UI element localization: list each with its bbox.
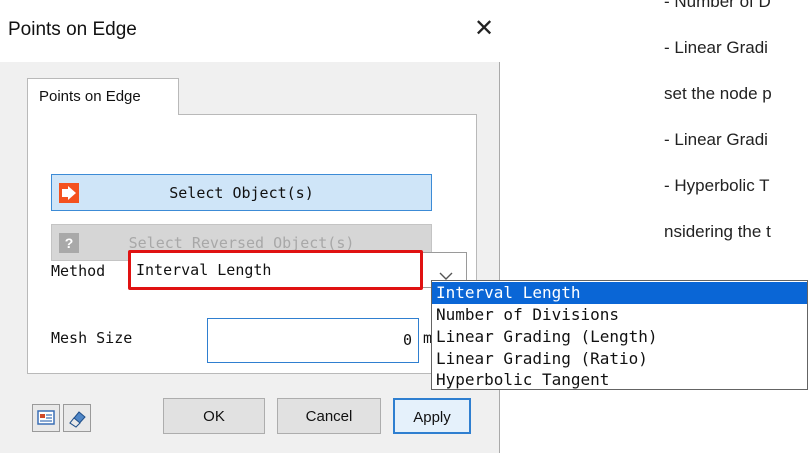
eraser-button[interactable] xyxy=(63,404,91,432)
doc-line-2: - Linear Gradi xyxy=(664,38,768,57)
select-objects-label: Select Object(s) xyxy=(169,184,314,202)
option-linear-grading-ratio[interactable]: Linear Grading (Ratio) xyxy=(432,348,807,370)
title-bar: Points on Edge ✕ xyxy=(0,0,500,62)
preview-icon xyxy=(37,410,55,425)
ok-button[interactable]: OK xyxy=(163,398,265,434)
cancel-label: Cancel xyxy=(305,408,353,425)
dialog-title: Points on Edge xyxy=(8,19,137,40)
mesh-size-label: Mesh Size xyxy=(51,329,133,347)
ok-label: OK xyxy=(203,408,225,425)
tab-points-on-edge[interactable]: Points on Edge xyxy=(27,78,179,115)
cancel-button[interactable]: Cancel xyxy=(277,398,381,434)
doc-line-3: set the node p xyxy=(664,84,772,103)
preview-button[interactable] xyxy=(32,404,60,432)
method-highlight-box xyxy=(128,250,423,290)
apply-button[interactable]: Apply xyxy=(393,398,471,434)
doc-line-1: - Number of D xyxy=(664,0,771,11)
method-label: Method xyxy=(51,262,106,280)
tab-label: Points on Edge xyxy=(39,88,141,105)
doc-line-5: - Hyperbolic T xyxy=(664,176,770,195)
eraser-icon xyxy=(69,411,86,428)
mesh-size-input[interactable]: 0 xyxy=(207,318,419,363)
doc-line-6: nsidering the t xyxy=(664,222,771,241)
points-on-edge-dialog: Points on Edge ✕ Points on Edge Select O… xyxy=(0,0,500,453)
close-icon[interactable]: ✕ xyxy=(472,16,496,40)
option-hyperbolic-tangent[interactable]: Hyperbolic Tangent xyxy=(432,369,807,391)
option-linear-grading-length[interactable]: Linear Grading (Length) xyxy=(432,326,807,348)
select-objects-button[interactable]: Select Object(s) xyxy=(51,174,432,211)
doc-line-4: - Linear Gradi xyxy=(664,130,768,149)
method-dropdown-list: Interval Length Number of Divisions Line… xyxy=(431,280,808,390)
apply-label: Apply xyxy=(413,409,451,426)
option-interval-length[interactable]: Interval Length xyxy=(432,282,807,304)
mesh-size-value: 0 xyxy=(402,331,412,349)
option-number-of-divisions[interactable]: Number of Divisions xyxy=(432,304,807,326)
